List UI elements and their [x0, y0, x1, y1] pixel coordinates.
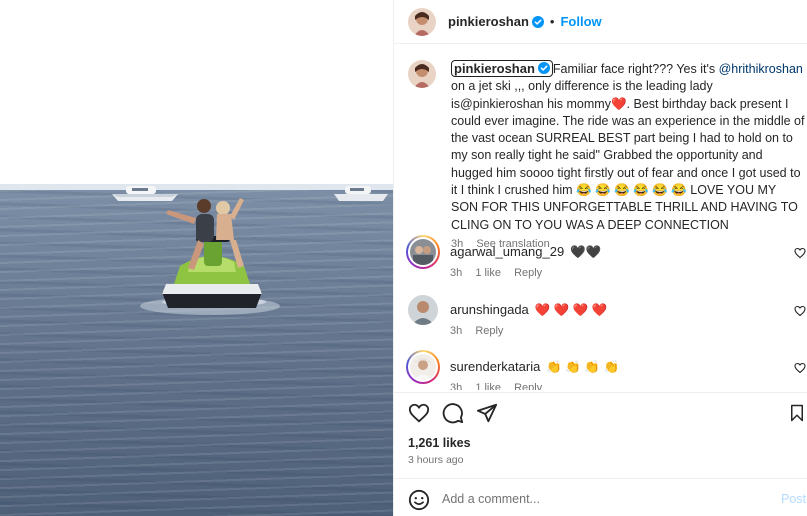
smiley-icon[interactable]: [408, 489, 430, 511]
follow-button[interactable]: Follow: [560, 14, 601, 29]
story-ring[interactable]: [406, 235, 440, 269]
comment-age: 3h: [450, 325, 463, 337]
comment-likes[interactable]: 1 like: [475, 267, 501, 279]
post-caption: pinkieroshan Familiar face right??? Yes i…: [408, 60, 807, 251]
author-username[interactable]: pinkieroshan: [448, 14, 529, 29]
heart-outline-icon[interactable]: [408, 402, 430, 424]
boat-left: [112, 186, 178, 201]
likes-count[interactable]: 1,261 likes: [408, 436, 471, 450]
comment-item: surenderkataria 👏 👏 👏 👏 3h 1 like Reply: [406, 350, 807, 390]
jet-ski-photo[interactable]: [0, 184, 393, 516]
comment-item: arunshingada ❤️ ❤️ ❤️ ❤️ 3h Reply: [408, 295, 807, 339]
laughing-emojis: 😂 😂 😂 😂 😂 😂: [576, 183, 687, 198]
heart-emoji: ❤️: [610, 96, 627, 111]
caption-part-3: . Best birthday back present I could eve…: [451, 96, 805, 198]
jet-ski: [162, 236, 262, 308]
comment-age: 3h: [450, 382, 463, 390]
verified-badge-icon: [537, 62, 550, 74]
speech-bubble-icon[interactable]: [442, 402, 464, 424]
comment-likes[interactable]: 1 like: [475, 382, 501, 390]
comment-text: surenderkataria 👏 👏 👏 👏: [450, 359, 619, 375]
comment-text: arunshingada ❤️ ❤️ ❤️ ❤️: [450, 302, 607, 318]
post-header: pinkieroshan • Follow: [394, 0, 807, 44]
comment-age: 3h: [450, 267, 463, 279]
action-bar: [394, 392, 807, 432]
comment-like-icon[interactable]: [794, 247, 806, 259]
comments-scroll-area[interactable]: pinkieroshan Familiar face right??? Yes i…: [394, 44, 807, 390]
verified-badge-icon: [531, 15, 544, 28]
reply-button[interactable]: Reply: [514, 382, 542, 390]
header-separator: •: [549, 14, 555, 29]
story-ring[interactable]: [406, 350, 440, 384]
comment-username[interactable]: surenderkataria: [450, 359, 540, 374]
comment-meta: 3h 1 like Reply: [450, 382, 552, 390]
caption-text: pinkieroshan Familiar face right??? Yes i…: [451, 60, 806, 251]
comment-like-icon[interactable]: [794, 305, 806, 317]
add-comment-bar: Post: [394, 478, 807, 516]
author-avatar[interactable]: [408, 7, 436, 36]
post-media[interactable]: [0, 0, 393, 516]
comment-meta: 3h Reply: [450, 325, 513, 337]
comment-like-icon[interactable]: [794, 362, 806, 374]
add-comment-input[interactable]: [442, 490, 762, 508]
caption-avatar[interactable]: [408, 60, 436, 88]
boat-right: [334, 186, 388, 201]
comment-body: 👏 👏 👏 👏: [546, 360, 620, 374]
mention-link[interactable]: @hrithikroshan: [719, 62, 803, 76]
post-details-panel: pinkieroshan • Follow pinkieroshan Famili…: [393, 0, 807, 516]
caption-username[interactable]: pinkieroshan: [451, 60, 553, 77]
caption-part-1: Familiar face right??? Yes it's: [552, 62, 719, 76]
post-comment-button[interactable]: Post: [781, 492, 806, 506]
comment-avatar[interactable]: [410, 354, 436, 380]
comment-avatar[interactable]: [410, 239, 436, 265]
reply-button[interactable]: Reply: [475, 325, 503, 337]
reply-button[interactable]: Reply: [514, 267, 542, 279]
comment-text: agarwal_umang_29 🖤🖤: [450, 244, 601, 260]
comment-avatar[interactable]: [408, 295, 438, 325]
post-timestamp: 3 hours ago: [408, 454, 464, 466]
comment-username[interactable]: agarwal_umang_29: [450, 244, 564, 259]
comment-body: 🖤🖤: [570, 245, 602, 259]
photo-scene: [112, 186, 388, 315]
bookmark-icon[interactable]: [788, 402, 806, 424]
comment-body: ❤️ ❤️ ❤️ ❤️: [534, 303, 608, 317]
paper-plane-icon[interactable]: [476, 402, 498, 424]
comment-item: agarwal_umang_29 🖤🖤 3h 1 like Reply: [406, 235, 807, 281]
comment-meta: 3h 1 like Reply: [450, 267, 552, 279]
comment-username[interactable]: arunshingada: [450, 302, 529, 317]
